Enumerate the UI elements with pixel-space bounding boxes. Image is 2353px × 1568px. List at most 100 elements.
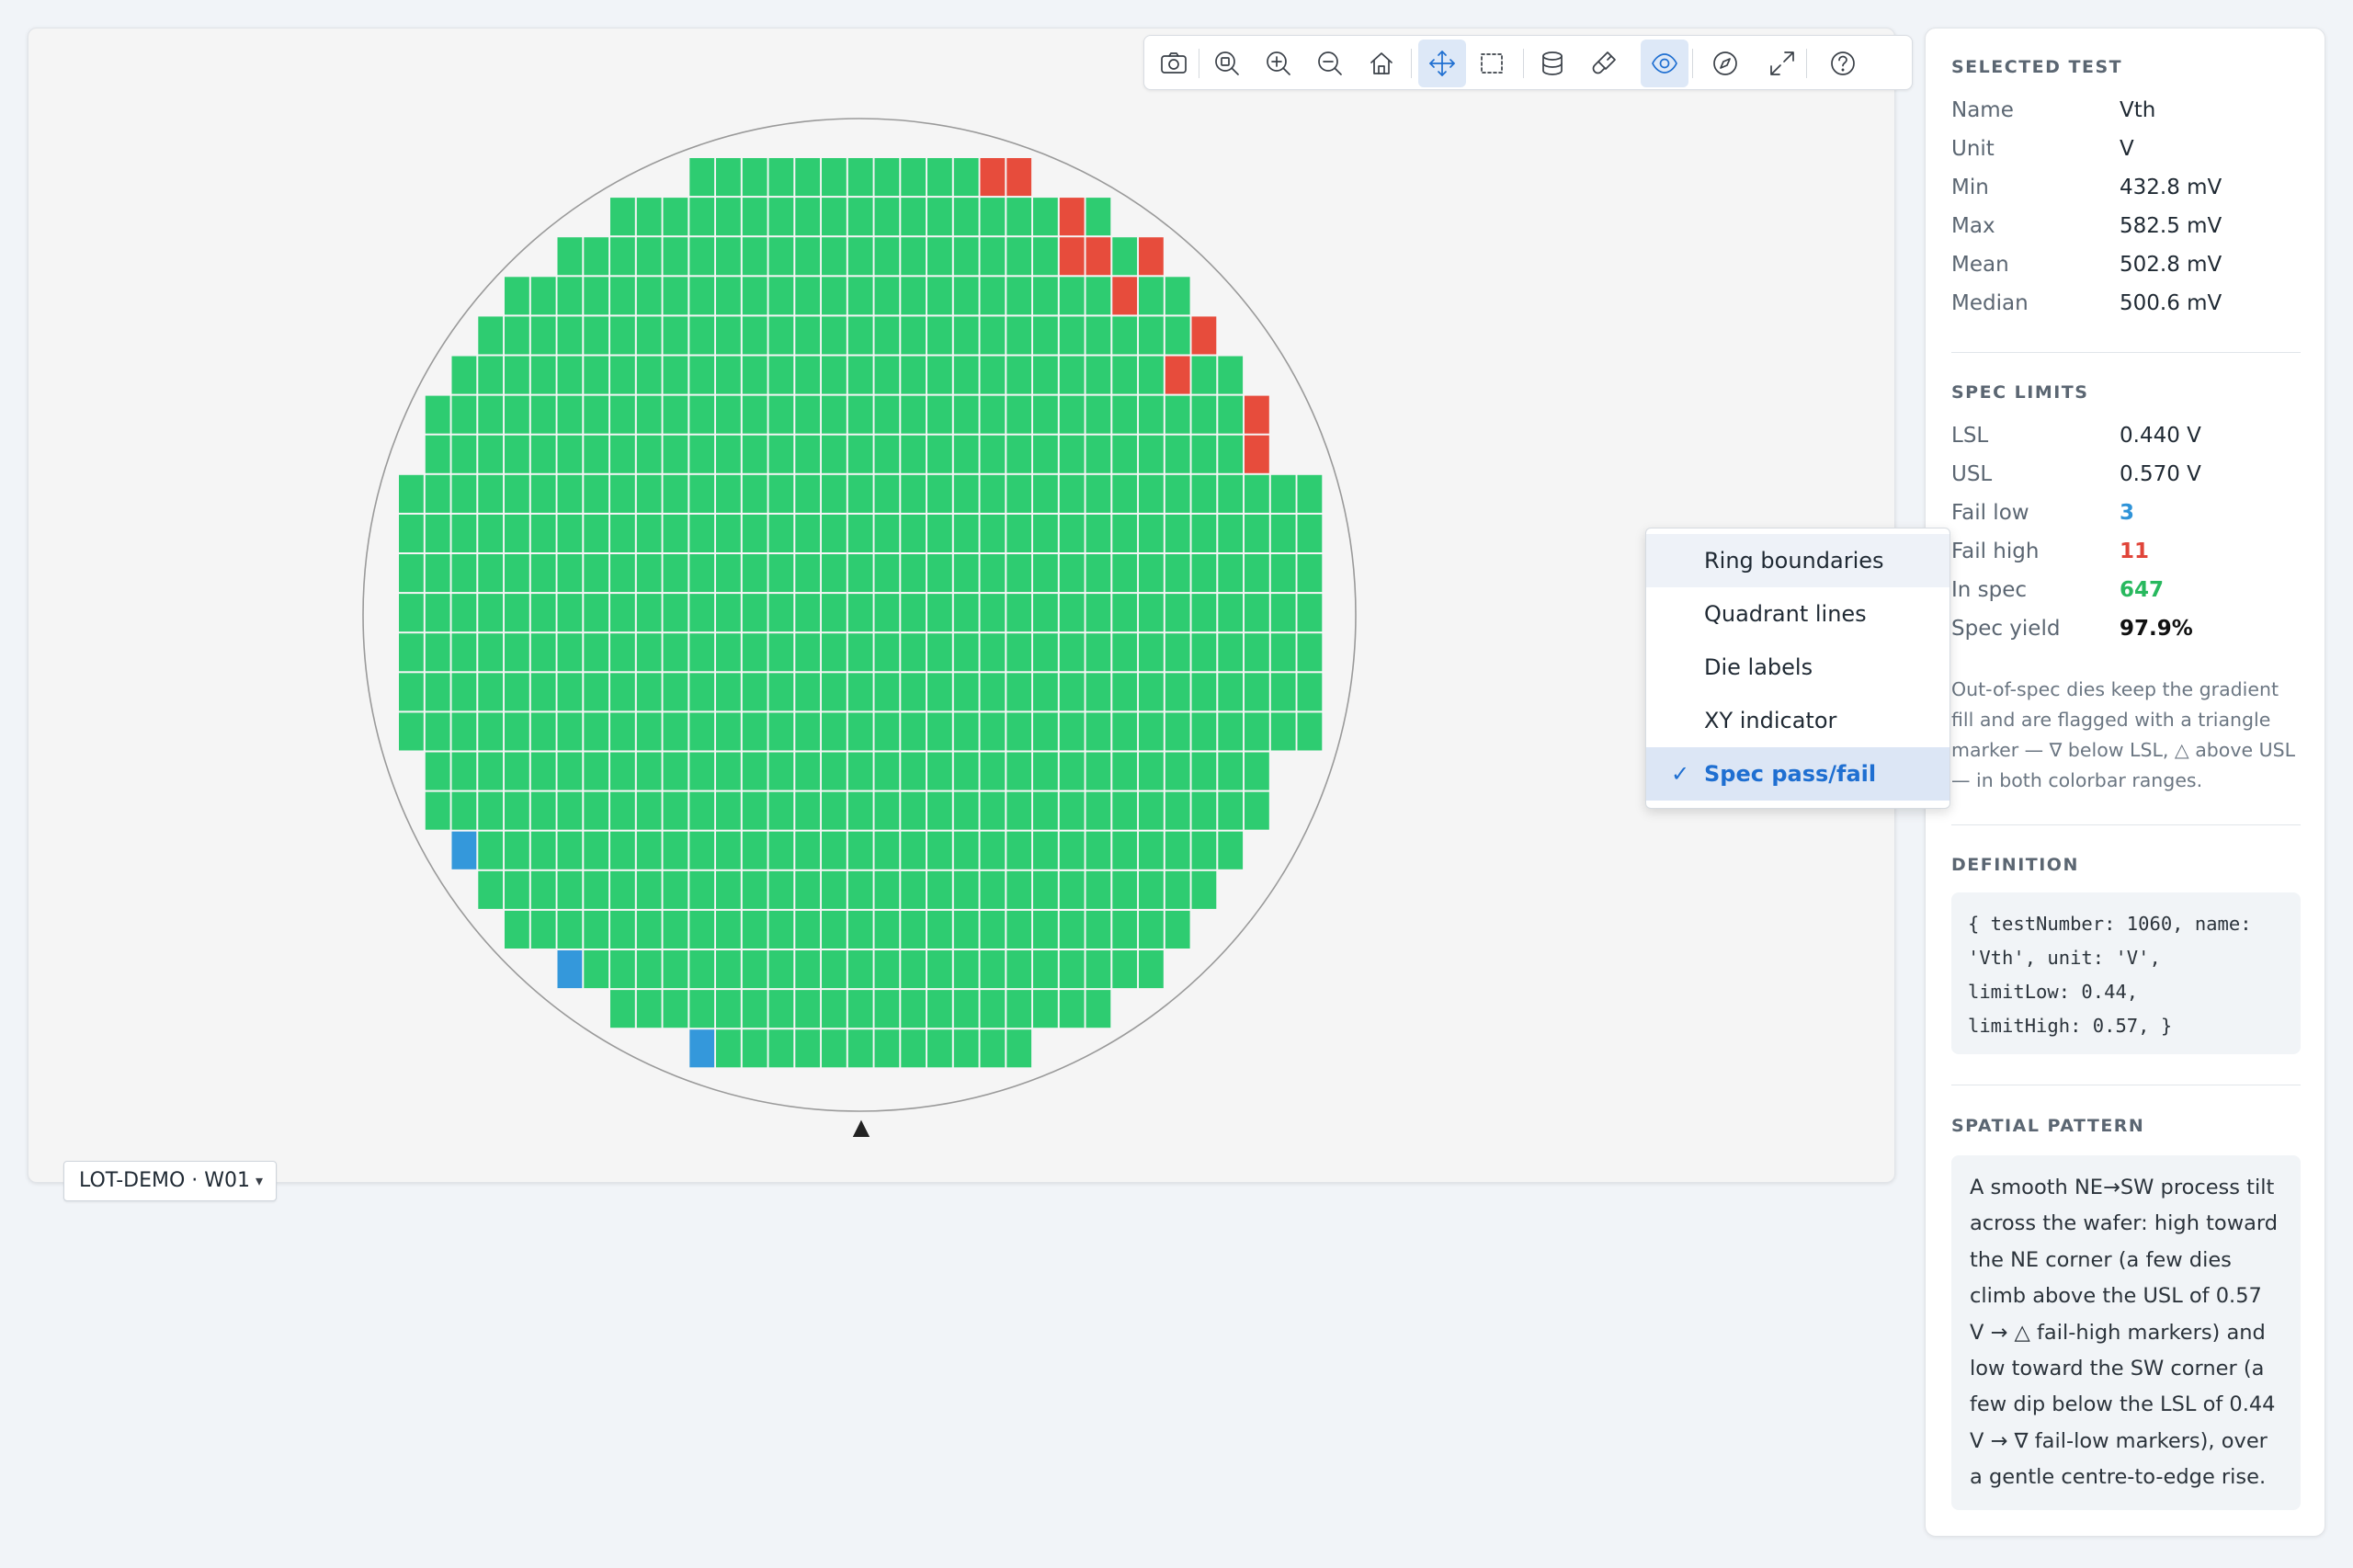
die-pass[interactable] bbox=[742, 990, 767, 1028]
die-pass[interactable] bbox=[1006, 633, 1032, 672]
die-pass[interactable] bbox=[689, 950, 715, 989]
die-pass[interactable] bbox=[530, 673, 556, 711]
die-pass[interactable] bbox=[1165, 277, 1190, 315]
die-pass[interactable] bbox=[716, 673, 741, 711]
die-pass[interactable] bbox=[874, 277, 900, 315]
die-pass[interactable] bbox=[478, 554, 504, 593]
die-pass[interactable] bbox=[584, 673, 609, 711]
die-pass[interactable] bbox=[716, 198, 741, 236]
die-pass[interactable] bbox=[1165, 870, 1190, 909]
die-pass[interactable] bbox=[874, 831, 900, 869]
die-pass[interactable] bbox=[1059, 277, 1085, 315]
die-pass[interactable] bbox=[505, 554, 529, 593]
die-pass[interactable] bbox=[1165, 316, 1190, 355]
die-pass[interactable] bbox=[505, 514, 529, 552]
die-pass[interactable] bbox=[663, 594, 688, 632]
die-pass[interactable] bbox=[478, 594, 504, 632]
die-pass[interactable] bbox=[399, 712, 424, 751]
die-pass[interactable] bbox=[399, 514, 424, 552]
die-pass[interactable] bbox=[478, 395, 504, 434]
die-pass[interactable] bbox=[927, 435, 952, 473]
die-pass[interactable] bbox=[768, 1029, 794, 1068]
die-pass[interactable] bbox=[847, 198, 873, 236]
die-pass[interactable] bbox=[822, 831, 847, 869]
die-pass[interactable] bbox=[1270, 712, 1296, 751]
die-pass[interactable] bbox=[742, 1029, 767, 1068]
die-pass[interactable] bbox=[1006, 831, 1032, 869]
die-pass[interactable] bbox=[1191, 356, 1217, 394]
die-pass[interactable] bbox=[980, 1029, 1006, 1068]
die-pass[interactable] bbox=[1112, 752, 1138, 790]
die-pass[interactable] bbox=[610, 554, 635, 593]
die-pass[interactable] bbox=[505, 435, 529, 473]
die-pass[interactable] bbox=[399, 594, 424, 632]
die-pass[interactable] bbox=[768, 633, 794, 672]
die-pass[interactable] bbox=[874, 316, 900, 355]
die-pass[interactable] bbox=[901, 633, 926, 672]
die-pass[interactable] bbox=[689, 435, 715, 473]
die-pass[interactable] bbox=[768, 435, 794, 473]
die-pass[interactable] bbox=[451, 752, 477, 790]
die-pass[interactable] bbox=[505, 673, 529, 711]
die-pass[interactable] bbox=[610, 673, 635, 711]
die-pass[interactable] bbox=[768, 198, 794, 236]
die-pass[interactable] bbox=[980, 990, 1006, 1028]
die-pass[interactable] bbox=[689, 356, 715, 394]
die-pass[interactable] bbox=[689, 712, 715, 751]
die-pass[interactable] bbox=[768, 277, 794, 315]
die-pass[interactable] bbox=[689, 554, 715, 593]
die-pass[interactable] bbox=[901, 870, 926, 909]
die-pass[interactable] bbox=[557, 673, 583, 711]
die-pass[interactable] bbox=[610, 316, 635, 355]
die-pass[interactable] bbox=[530, 277, 556, 315]
die-pass[interactable] bbox=[689, 791, 715, 830]
die-pass[interactable] bbox=[1245, 673, 1269, 711]
die-pass[interactable] bbox=[847, 633, 873, 672]
die-pass[interactable] bbox=[689, 474, 715, 513]
die-pass[interactable] bbox=[1218, 752, 1244, 790]
die-pass[interactable] bbox=[901, 474, 926, 513]
die-pass[interactable] bbox=[689, 395, 715, 434]
die-pass[interactable] bbox=[980, 198, 1006, 236]
die-pass[interactable] bbox=[1112, 633, 1138, 672]
die-pass[interactable] bbox=[901, 831, 926, 869]
die-pass[interactable] bbox=[927, 316, 952, 355]
die-pass[interactable] bbox=[557, 237, 583, 276]
die-pass[interactable] bbox=[1165, 594, 1190, 632]
die-pass[interactable] bbox=[795, 514, 821, 552]
die-pass[interactable] bbox=[742, 514, 767, 552]
die-pass[interactable] bbox=[1191, 870, 1217, 909]
die-pass[interactable] bbox=[742, 870, 767, 909]
die-pass[interactable] bbox=[927, 950, 952, 989]
die-pass[interactable] bbox=[716, 752, 741, 790]
die-pass[interactable] bbox=[1139, 633, 1164, 672]
die-pass[interactable] bbox=[584, 752, 609, 790]
die-fail-low[interactable] bbox=[557, 950, 583, 989]
die-pass[interactable] bbox=[742, 237, 767, 276]
die-pass[interactable] bbox=[1165, 514, 1190, 552]
die-pass[interactable] bbox=[874, 554, 900, 593]
die-pass[interactable] bbox=[874, 198, 900, 236]
die-pass[interactable] bbox=[1112, 554, 1138, 593]
die-pass[interactable] bbox=[1086, 198, 1111, 236]
die-pass[interactable] bbox=[716, 435, 741, 473]
die-pass[interactable] bbox=[795, 474, 821, 513]
die-pass[interactable] bbox=[953, 950, 979, 989]
die-pass[interactable] bbox=[505, 316, 529, 355]
die-pass[interactable] bbox=[1165, 791, 1190, 830]
die-pass[interactable] bbox=[399, 633, 424, 672]
die-pass[interactable] bbox=[847, 395, 873, 434]
die-pass[interactable] bbox=[980, 514, 1006, 552]
die-pass[interactable] bbox=[1139, 356, 1164, 394]
die-pass[interactable] bbox=[980, 277, 1006, 315]
die-pass[interactable] bbox=[1270, 673, 1296, 711]
die-fail-low[interactable] bbox=[689, 1029, 715, 1068]
die-pass[interactable] bbox=[1033, 198, 1058, 236]
die-pass[interactable] bbox=[822, 791, 847, 830]
die-pass[interactable] bbox=[636, 277, 662, 315]
die-pass[interactable] bbox=[557, 910, 583, 949]
paintbrush-button[interactable] bbox=[1580, 40, 1628, 87]
die-pass[interactable] bbox=[1165, 673, 1190, 711]
die-pass[interactable] bbox=[530, 712, 556, 751]
die-pass[interactable] bbox=[610, 474, 635, 513]
